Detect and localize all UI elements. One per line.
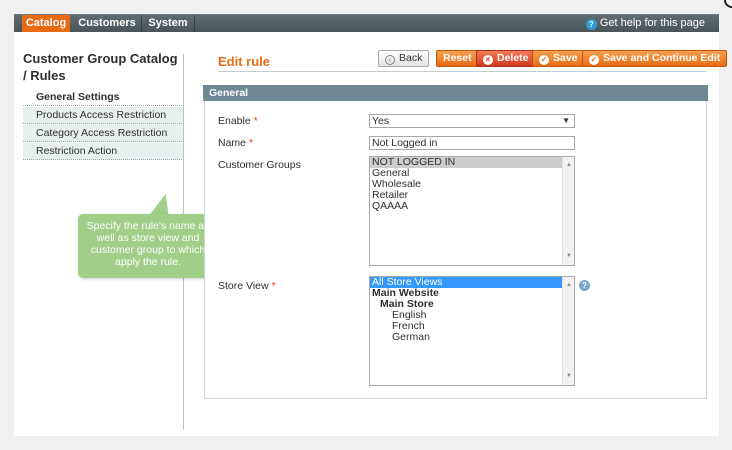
scroll-up-icon[interactable]: ▲ xyxy=(563,280,575,291)
store-view-scrollbar[interactable]: ▲ ▼ xyxy=(562,277,574,385)
nav-item-system[interactable]: System xyxy=(144,15,192,33)
help-link-label: Get help for this page xyxy=(599,17,705,29)
name-label: Name * xyxy=(218,137,253,149)
page-title: Edit rule xyxy=(218,54,271,69)
customer-group-option[interactable]: QAAAA xyxy=(370,201,574,212)
main-area: Customer Group Catalog / Rules General S… xyxy=(14,32,728,436)
save-and-continue-button[interactable]: ✓ Save and Continue Edit xyxy=(582,50,728,67)
sidebar-title: Customer Group Catalog / Rules xyxy=(23,51,178,83)
tab-category-access-restriction[interactable]: Category Access Restriction xyxy=(23,124,184,142)
required-mark: * xyxy=(271,280,276,292)
help-link[interactable]: ? Get help for this page xyxy=(585,15,705,33)
enable-select-value: Yes xyxy=(372,115,390,127)
scroll-down-icon[interactable]: ▼ xyxy=(563,251,575,262)
general-section-header: General xyxy=(203,85,708,101)
customer-groups-multiselect[interactable]: NOT LOGGED IN General Wholesale Retailer… xyxy=(369,156,575,266)
store-view-label-text: Store View xyxy=(218,280,269,292)
back-button[interactable]: ‹ Back xyxy=(378,50,430,67)
save-check-icon: ✓ xyxy=(539,55,549,65)
name-label-text: Name xyxy=(218,137,247,149)
store-view-multiselect[interactable]: All Store Views Main Website Main Store … xyxy=(369,276,575,386)
info-icon[interactable]: ? xyxy=(579,280,590,291)
store-view-option[interactable]: German xyxy=(370,332,574,343)
enable-label: Enable * xyxy=(218,115,258,127)
tab-general-settings[interactable]: General Settings xyxy=(23,88,184,106)
reset-button[interactable]: Reset xyxy=(436,50,479,67)
top-navigation-bar: Catalog Customers System ? Get help for t… xyxy=(14,14,719,33)
back-button-label: Back xyxy=(399,52,423,64)
help-tooltip: Specify the rule's name as well as store… xyxy=(78,214,218,278)
save-and-continue-label: Save and Continue Edit xyxy=(603,52,721,64)
tab-products-access-restriction[interactable]: Products Access Restriction xyxy=(23,106,184,124)
nav-item-customers[interactable]: Customers xyxy=(76,15,138,33)
save-button[interactable]: ✓ Save xyxy=(532,50,585,67)
save-button-label: Save xyxy=(553,52,578,64)
required-mark: * xyxy=(253,115,258,127)
enable-select[interactable]: Yes ▼ xyxy=(369,114,575,128)
nav-item-catalog[interactable]: Catalog xyxy=(22,15,70,33)
help-icon: ? xyxy=(585,19,597,30)
store-view-label: Store View * xyxy=(218,280,276,292)
scroll-up-icon[interactable]: ▲ xyxy=(563,160,575,171)
dropdown-arrow-icon: ▼ xyxy=(562,116,570,125)
tab-restriction-action[interactable]: Restriction Action xyxy=(23,142,184,160)
customer-groups-label: Customer Groups xyxy=(218,159,301,171)
corner-badge-icon xyxy=(724,0,732,8)
required-mark: * xyxy=(248,137,254,149)
nav-separator xyxy=(141,15,142,33)
nav-separator xyxy=(194,15,195,33)
delete-button-label: Delete xyxy=(497,52,529,64)
save-continue-check-icon: ✓ xyxy=(589,55,599,65)
delete-button[interactable]: × Delete xyxy=(476,50,536,67)
enable-label-text: Enable xyxy=(218,115,251,127)
back-arrow-icon: ‹ xyxy=(385,55,395,65)
delete-icon: × xyxy=(483,55,493,65)
sidebar-tabs: General Settings Products Access Restric… xyxy=(23,88,184,160)
scroll-down-icon[interactable]: ▼ xyxy=(563,371,575,382)
customer-groups-scrollbar[interactable]: ▲ ▼ xyxy=(562,157,574,265)
header-divider xyxy=(218,71,706,72)
name-input[interactable]: Not Logged in xyxy=(369,136,575,150)
tooltip-tail xyxy=(150,194,176,214)
